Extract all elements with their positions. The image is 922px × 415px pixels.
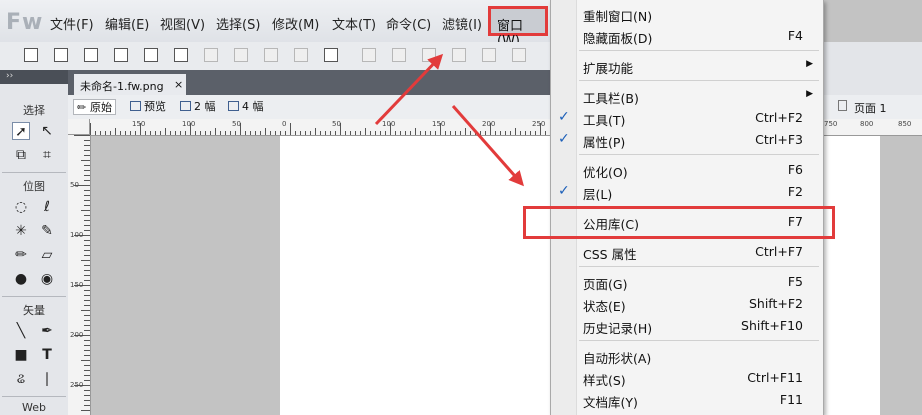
annotation-arrows bbox=[374, 53, 524, 187]
arrow-to-library-item bbox=[451, 105, 524, 187]
arrow-to-window-menu bbox=[374, 53, 444, 126]
